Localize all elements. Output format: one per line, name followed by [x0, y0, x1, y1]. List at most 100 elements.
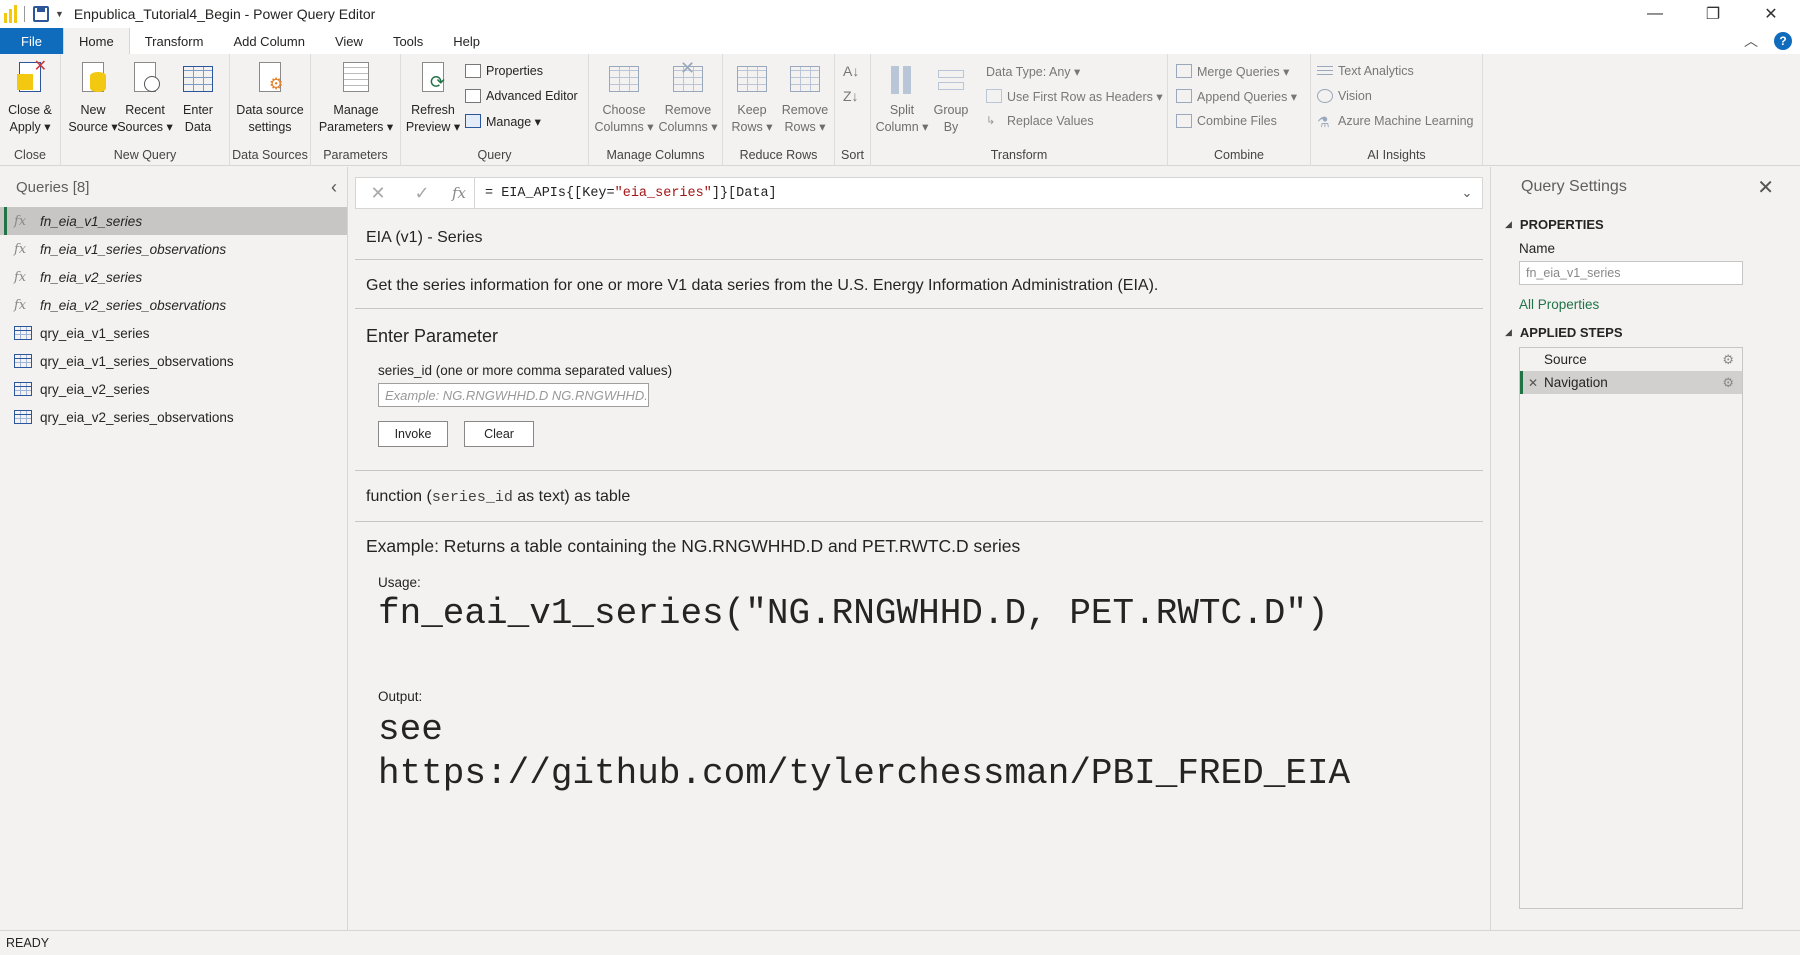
- manage-button[interactable]: Manage ▾: [465, 110, 541, 132]
- sort-ascending-icon[interactable]: A↓: [843, 60, 859, 82]
- group-ai-insights: Text Analytics Vision ⚗ Azure Machine Le…: [1311, 54, 1483, 166]
- vision-button[interactable]: Vision: [1317, 85, 1372, 107]
- tab-add-column[interactable]: Add Column: [218, 28, 320, 54]
- save-icon[interactable]: [33, 6, 49, 22]
- close-apply-button[interactable]: ✕ Close & Apply ▾: [2, 58, 58, 136]
- enter-data-button[interactable]: Enter Data: [170, 60, 226, 136]
- tab-tools[interactable]: Tools: [378, 28, 438, 54]
- sort-descending-icon[interactable]: Z↓: [843, 85, 859, 107]
- all-properties-link[interactable]: All Properties: [1519, 297, 1599, 312]
- replace-values-button[interactable]: ↳ Replace Values: [986, 110, 1094, 132]
- output-code: see https://github.com/tylerchessman/PBI…: [378, 709, 1351, 794]
- expand-formula-chevron-down-icon[interactable]: ⌄: [1452, 185, 1482, 201]
- query-item[interactable]: qry_eia_v2_series_observations: [0, 403, 347, 431]
- query-item[interactable]: fx fn_eia_v2_series_observations: [0, 291, 347, 319]
- group-label-new-query: New Query: [113, 148, 177, 162]
- keep-rows-button[interactable]: Keep Rows ▾: [725, 60, 779, 136]
- data-type-dropdown[interactable]: Data Type: Any ▾: [986, 60, 1080, 82]
- query-item[interactable]: qry_eia_v2_series: [0, 375, 347, 403]
- tab-home[interactable]: Home: [63, 28, 130, 54]
- restore-button[interactable]: ❐: [1684, 0, 1742, 28]
- query-item[interactable]: qry_eia_v1_series_observations: [0, 347, 347, 375]
- applied-step[interactable]: ✕ Navigation ⚙: [1520, 371, 1742, 394]
- data-source-settings-button[interactable]: ⚙ Data source settings: [232, 60, 308, 136]
- delete-step-icon[interactable]: ✕: [1528, 376, 1538, 390]
- group-sort: A↓ Z↓ Sort: [835, 54, 871, 166]
- tab-view[interactable]: View: [320, 28, 378, 54]
- choose-columns-button[interactable]: Choose Columns ▾: [593, 60, 655, 136]
- refresh-preview-button[interactable]: ⟳ Refresh Preview ▾: [403, 60, 463, 136]
- tab-help[interactable]: Help: [438, 28, 495, 54]
- manage-parameters-button[interactable]: Manage Parameters ▾: [315, 60, 397, 136]
- query-name-input[interactable]: fn_eia_v1_series: [1519, 261, 1743, 285]
- append-queries-button[interactable]: Append Queries ▾: [1176, 85, 1297, 107]
- applied-step[interactable]: Source ⚙: [1520, 348, 1742, 371]
- collapse-queries-icon[interactable]: ‹: [331, 177, 337, 198]
- group-by-button[interactable]: Group By: [931, 60, 971, 136]
- invoke-button[interactable]: Invoke: [378, 421, 448, 447]
- cancel-formula-icon[interactable]: ✕: [356, 183, 400, 204]
- step-settings-gear-icon[interactable]: ⚙: [1722, 375, 1734, 391]
- query-item[interactable]: fx fn_eia_v2_series: [0, 263, 347, 291]
- recent-sources-button[interactable]: Recent Sources ▾: [117, 60, 173, 136]
- function-icon: fx: [14, 297, 27, 313]
- use-first-row-as-headers-button[interactable]: Use First Row as Headers ▾: [986, 85, 1163, 107]
- group-manage-columns: Choose Columns ▾ ✕ Remove Columns ▾ Mana…: [589, 54, 723, 166]
- azure-ml-flask-icon: ⚗: [1317, 114, 1330, 130]
- function-icon: fx: [14, 213, 27, 229]
- collapse-ribbon-icon[interactable]: ︿: [1744, 31, 1758, 51]
- series-id-input[interactable]: Example: NG.RNGWHHD.D NG.RNGWHHD.D: [378, 383, 649, 407]
- combine-files-button[interactable]: Combine Files: [1176, 110, 1277, 132]
- help-icon[interactable]: ?: [1774, 32, 1792, 50]
- minimize-button[interactable]: —: [1626, 0, 1684, 28]
- new-source-button[interactable]: New Source ▾: [65, 60, 121, 136]
- quick-access-dropdown-icon[interactable]: ▼: [55, 9, 64, 19]
- advanced-editor-button[interactable]: Advanced Editor: [465, 85, 578, 107]
- insert-function-icon[interactable]: fx: [444, 184, 474, 202]
- properties-button[interactable]: Properties: [465, 60, 543, 82]
- merge-queries-icon: [1176, 64, 1192, 78]
- azure-machine-learning-button[interactable]: ⚗ Azure Machine Learning: [1317, 110, 1474, 132]
- close-window-button[interactable]: ✕: [1742, 0, 1800, 28]
- status-bar: READY: [0, 930, 1800, 955]
- split-column-button[interactable]: Split Column ▾: [873, 60, 931, 136]
- formula-input[interactable]: = EIA_APIs{[Key= "eia_series"]}[Data]: [474, 178, 1452, 208]
- remove-columns-button[interactable]: ✕ Remove Columns ▾: [657, 59, 719, 136]
- group-label-transform: Transform: [990, 148, 1048, 162]
- step-settings-gear-icon[interactable]: ⚙: [1722, 352, 1734, 368]
- enter-parameter-heading: Enter Parameter: [366, 326, 499, 346]
- merge-queries-button[interactable]: Merge Queries ▾: [1176, 60, 1289, 82]
- query-item[interactable]: qry_eia_v1_series: [0, 319, 347, 347]
- title-separator: [24, 6, 25, 22]
- remove-rows-button[interactable]: Remove Rows ▾: [777, 60, 833, 136]
- query-item[interactable]: fx fn_eia_v1_series: [0, 207, 347, 235]
- group-by-icon: [934, 60, 968, 98]
- remove-columns-icon: ✕: [671, 59, 705, 98]
- divider: [355, 259, 1483, 260]
- query-item[interactable]: fx fn_eia_v1_series_observations: [0, 235, 347, 263]
- commit-formula-icon[interactable]: ✓: [400, 183, 444, 204]
- queries-header: Queries [8] ‹: [16, 177, 337, 198]
- split-column-icon: [885, 60, 919, 98]
- close-query-settings-icon[interactable]: ✕: [1757, 175, 1774, 200]
- recent-sources-icon: [128, 60, 162, 98]
- queries-pane: Queries [8] ‹ fx fn_eia_v1_series fx fn_ei…: [0, 167, 348, 930]
- clear-button[interactable]: Clear: [464, 421, 534, 447]
- tab-file[interactable]: File: [0, 28, 63, 54]
- applied-steps-section-header[interactable]: ◢ APPLIED STEPS: [1505, 325, 1623, 340]
- group-label-reduce-rows: Reduce Rows: [739, 148, 818, 162]
- function-signature: function (series_id as text) as table: [366, 488, 631, 506]
- properties-section-header[interactable]: ◢ PROPERTIES: [1505, 217, 1604, 232]
- text-analytics-button[interactable]: Text Analytics: [1317, 60, 1414, 82]
- ribbon: ✕ Close & Apply ▾ Close New Source ▾ Rec…: [0, 54, 1800, 166]
- advanced-editor-icon: [465, 89, 481, 103]
- tab-transform[interactable]: Transform: [130, 28, 219, 54]
- group-label-close: Close: [14, 148, 46, 162]
- window-title: Enpublica_Tutorial4_Begin - Power Query …: [73, 6, 376, 22]
- divider: [355, 521, 1483, 522]
- title-bar: ▼ Enpublica_Tutorial4_Begin - Power Quer…: [0, 0, 1800, 28]
- group-label-data-sources: Data Sources: [232, 148, 308, 162]
- function-title: EIA (v1) - Series: [366, 229, 483, 246]
- table-icon: [14, 410, 32, 424]
- series-id-label: series_id (one or more comma separated v…: [378, 363, 673, 378]
